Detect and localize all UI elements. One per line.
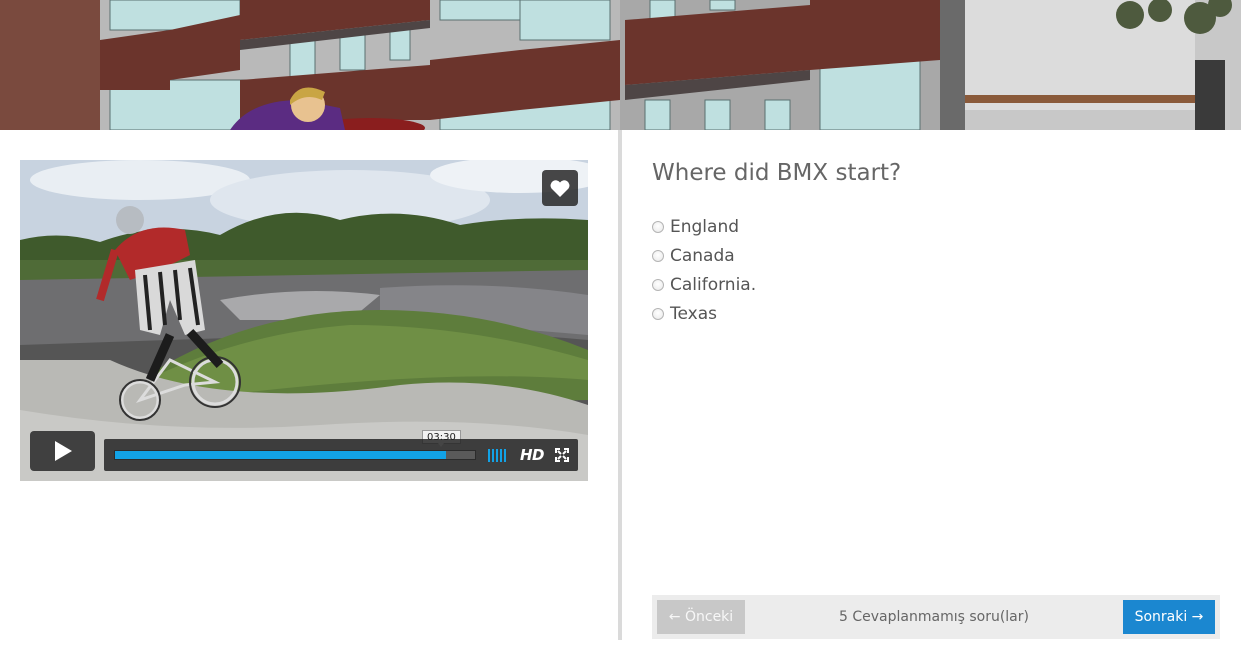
answer-option-label: California. bbox=[670, 274, 757, 295]
fullscreen-icon[interactable] bbox=[555, 448, 569, 462]
header-banner-illustration bbox=[0, 0, 1241, 130]
radio-button[interactable] bbox=[652, 249, 664, 262]
answer-option-label: Texas bbox=[670, 303, 717, 324]
like-button[interactable] bbox=[542, 170, 578, 206]
answer-option[interactable]: Canada bbox=[652, 241, 756, 270]
next-button[interactable]: Sonraki → bbox=[1123, 600, 1215, 634]
answer-option[interactable]: Texas bbox=[652, 299, 756, 328]
quiz-navigation-bar: ← Önceki 5 Cevaplanmamış soru(lar) Sonra… bbox=[652, 595, 1220, 639]
radio-button[interactable] bbox=[652, 307, 664, 320]
play-icon bbox=[54, 441, 72, 461]
answer-options: England Canada California. Texas bbox=[652, 212, 756, 328]
radio-button[interactable] bbox=[652, 278, 664, 291]
video-control-bar: HD bbox=[104, 439, 578, 471]
video-player[interactable]: 03:30 HD bbox=[20, 160, 588, 481]
volume-bars-icon[interactable] bbox=[488, 449, 512, 462]
play-button[interactable] bbox=[30, 431, 95, 471]
video-frame-bmx-rider bbox=[20, 160, 588, 481]
hd-toggle[interactable]: HD bbox=[520, 446, 545, 464]
video-pane: 03:30 HD bbox=[0, 130, 618, 660]
answer-option[interactable]: England bbox=[652, 212, 756, 241]
progress-bar[interactable] bbox=[114, 450, 476, 460]
answer-option-label: Canada bbox=[670, 245, 735, 266]
radio-button[interactable] bbox=[652, 220, 664, 233]
answer-option-label: England bbox=[670, 216, 740, 237]
question-pane: Where did BMX start? England Canada Cali… bbox=[622, 130, 1241, 660]
answer-option[interactable]: California. bbox=[652, 270, 756, 299]
building-illustration bbox=[0, 0, 1241, 130]
question-text: Where did BMX start? bbox=[652, 160, 902, 186]
unanswered-count: 5 Cevaplanmamış soru(lar) bbox=[839, 609, 1029, 625]
progress-fill bbox=[115, 451, 447, 459]
heart-icon bbox=[550, 179, 570, 197]
previous-button[interactable]: ← Önceki bbox=[657, 600, 745, 634]
